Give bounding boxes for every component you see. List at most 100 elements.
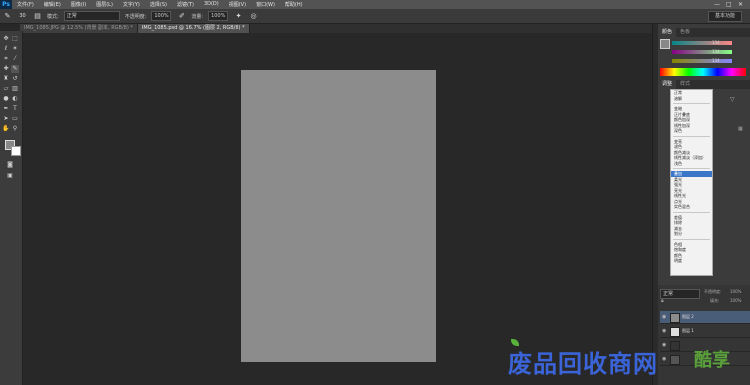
color-spectrum[interactable]: [660, 68, 746, 76]
visibility-eye-icon[interactable]: ◉: [662, 328, 666, 334]
photoshop-logo: Ps: [0, 0, 12, 9]
menu-item[interactable]: 文件(F): [12, 1, 39, 8]
layer-thumbnail: [670, 341, 680, 351]
layer-fill-label: 填充:: [710, 298, 720, 303]
dodge-tool-icon[interactable]: ◐: [11, 95, 19, 103]
menu-item[interactable]: 视图(V): [224, 1, 251, 8]
tools-panel: ✥ ⬚ ℓ ✶ ⌗ ⁄ ✚ ✎ ♜ ↺ ▱ ▥ ● ◐ ✒ T ➤ ▭ ✋ ⚲ …: [0, 31, 23, 385]
green-slider[interactable]: [672, 50, 732, 54]
layer-opacity-value[interactable]: 100%: [730, 289, 741, 294]
airbrush-icon[interactable]: ✦: [234, 12, 243, 21]
layer-blend-select[interactable]: 正常: [660, 289, 700, 299]
levels-icon[interactable]: ▽: [730, 96, 735, 103]
menu-item[interactable]: 窗口(W): [251, 1, 280, 8]
layer-thumbnail: [670, 355, 680, 365]
blur-tool-icon[interactable]: ●: [2, 95, 10, 103]
brush-tool-icon[interactable]: ✎: [3, 12, 12, 21]
pressure-opacity-icon[interactable]: ✐: [177, 12, 186, 21]
move-tool-icon[interactable]: ✥: [2, 35, 10, 43]
flow-label: 流量:: [191, 13, 204, 20]
magic-wand-icon[interactable]: ✶: [11, 45, 19, 53]
mode-label: 模式:: [47, 13, 59, 20]
screen-mode-icon[interactable]: ▣: [6, 172, 14, 180]
type-tool-icon[interactable]: T: [11, 105, 19, 113]
menu-divider: [673, 238, 710, 240]
tab-styles[interactable]: 样式: [676, 80, 694, 89]
flow-input[interactable]: 100%: [208, 11, 229, 21]
green-value[interactable]: 134: [712, 49, 720, 54]
opacity-input[interactable]: 100%: [151, 11, 172, 21]
lock-icon[interactable]: 🔒︎: [661, 298, 664, 304]
pressure-size-icon[interactable]: ◎: [249, 12, 258, 21]
zoom-tool-icon[interactable]: ⚲: [11, 125, 19, 133]
blue-value[interactable]: 134: [712, 58, 720, 63]
visibility-eye-icon[interactable]: ◉: [662, 356, 666, 362]
shape-tool-icon[interactable]: ▭: [11, 115, 19, 123]
document-tabs: IMG_1085.JPG @ 12.5% (背景 副本, RGB/8) * IM…: [20, 24, 652, 33]
document-canvas[interactable]: [241, 70, 436, 362]
tab-color[interactable]: 颜色: [658, 28, 677, 37]
adjustment-icon[interactable]: ▦: [738, 126, 743, 132]
menu-item[interactable]: 滤镜(T): [172, 1, 199, 8]
color-panel-fg-swatch[interactable]: [660, 39, 670, 49]
layer-name: 图层 1: [682, 328, 694, 333]
close-button[interactable]: ✕: [738, 0, 743, 9]
blend-mode-option[interactable]: 溶解: [671, 96, 712, 102]
red-slider[interactable]: [672, 41, 732, 45]
blend-mode-option[interactable]: 实色混合: [671, 204, 712, 210]
brush-panel-icon[interactable]: ▤: [33, 12, 42, 21]
adjust-panel-tabs: 调整 样式: [658, 80, 750, 89]
watermark-text: 废品回收商网: [508, 350, 658, 378]
layer-thumbnail: [670, 327, 680, 337]
menu-item[interactable]: 文字(Y): [118, 1, 145, 8]
blend-mode-option[interactable]: 线性减淡（添加）: [671, 155, 712, 161]
brush-tool-icon[interactable]: ✎: [11, 65, 19, 73]
blend-mode-option[interactable]: 深色: [671, 128, 712, 134]
healing-brush-icon[interactable]: ✚: [2, 65, 10, 73]
options-bar: ✎ 30 ▤ 模式: 正常 不透明度: 100% ✐ 流量: 100% ✦ ◎: [0, 9, 750, 24]
visibility-eye-icon[interactable]: ◉: [662, 342, 666, 348]
tab-adjustments[interactable]: 调整: [658, 80, 677, 89]
clone-stamp-icon[interactable]: ♜: [2, 75, 10, 83]
layer-opacity-label: 不透明度:: [704, 289, 722, 294]
path-select-icon[interactable]: ➤: [2, 115, 10, 123]
maximize-button[interactable]: □: [726, 0, 732, 9]
layer-thumbnail: [670, 313, 680, 323]
menu-divider: [673, 135, 710, 137]
layer-row[interactable]: ◉ 图层 1: [660, 325, 750, 338]
menu-item[interactable]: 编辑(E): [39, 1, 66, 8]
pen-tool-icon[interactable]: ✒: [2, 105, 10, 113]
eraser-icon[interactable]: ▱: [2, 85, 10, 93]
menu-item[interactable]: 3D(D): [199, 1, 224, 8]
menu-item[interactable]: 帮助(H): [280, 1, 308, 8]
menu-divider: [673, 211, 710, 213]
blend-mode-option[interactable]: 浅色: [671, 161, 712, 167]
menu-item[interactable]: 图像(I): [66, 1, 91, 8]
blue-slider[interactable]: [672, 59, 732, 63]
tab-img-jpg[interactable]: IMG_1085.JPG @ 12.5% (背景 副本, RGB/8) *: [20, 24, 138, 33]
hand-tool-icon[interactable]: ✋: [2, 125, 10, 133]
layer-row[interactable]: ◉ 图层 2: [660, 311, 750, 324]
mode-select[interactable]: 正常: [63, 11, 120, 21]
quick-mask-icon[interactable]: ◙: [6, 161, 14, 169]
red-value[interactable]: 134: [712, 40, 720, 45]
minimize-button[interactable]: —: [714, 0, 720, 9]
menu-item[interactable]: 图层(L): [91, 1, 118, 8]
marquee-tool-icon[interactable]: ⬚: [11, 35, 19, 43]
blend-mode-option[interactable]: 明度: [671, 258, 712, 264]
gradient-icon[interactable]: ▥: [11, 85, 19, 93]
layer-name: 图层 2: [682, 314, 694, 319]
lasso-tool-icon[interactable]: ℓ: [2, 45, 10, 53]
workspace-select[interactable]: 基本功能: [707, 11, 742, 22]
background-color-swatch[interactable]: [11, 146, 21, 156]
visibility-eye-icon[interactable]: ◉: [662, 314, 666, 320]
menu-item[interactable]: 选择(S): [145, 1, 172, 8]
crop-tool-icon[interactable]: ⌗: [2, 55, 10, 63]
tab-swatches[interactable]: 色板: [676, 28, 694, 37]
blend-mode-option[interactable]: 划分: [671, 231, 712, 237]
tab-img-psd[interactable]: IMG_1085.psd @ 16.7% (图层 2, RGB/8) *: [137, 24, 250, 33]
brush-preset-icon[interactable]: 30: [18, 12, 27, 21]
layer-fill-value[interactable]: 100%: [730, 298, 741, 303]
eyedropper-icon[interactable]: ⁄: [11, 55, 19, 63]
history-brush-icon[interactable]: ↺: [11, 75, 19, 83]
